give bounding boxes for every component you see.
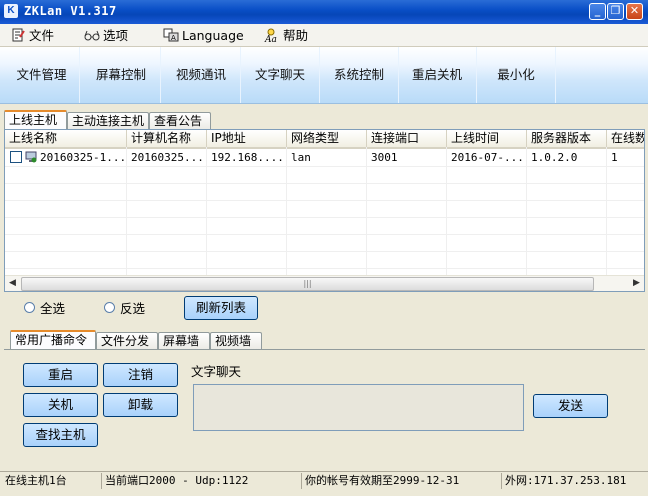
list-header: 上线名称 计算机名称 IP地址 网络类型 连接端口 上线时间 服务器版本 在线数 xyxy=(5,130,644,149)
col-ip[interactable]: IP地址 xyxy=(207,130,287,147)
cell-port: 3001 xyxy=(371,151,398,164)
col-network-type[interactable]: 网络类型 xyxy=(287,130,367,147)
help-icon: Aa xyxy=(264,28,277,42)
svg-text:A: A xyxy=(171,34,176,42)
find-host-button[interactable]: 查找主机 xyxy=(23,423,98,447)
text-chat-button[interactable]: 文字聊天 xyxy=(241,47,320,103)
col-port[interactable]: 连接端口 xyxy=(367,130,447,147)
screen-control-button[interactable]: 屏幕控制 xyxy=(82,47,161,103)
chat-message-input[interactable] xyxy=(193,384,524,431)
menu-bar: 文件 选项 A Language Aa 帮助 xyxy=(0,24,648,47)
file-icon xyxy=(12,28,25,42)
col-online-name[interactable]: 上线名称 xyxy=(5,130,127,147)
cell-ip: 192.168.... xyxy=(211,151,284,164)
tab-announcements[interactable]: 查看公告 xyxy=(149,112,211,129)
system-control-button[interactable]: 系统控制 xyxy=(320,47,399,103)
tab-online-hosts[interactable]: 上线主机 xyxy=(4,110,67,129)
table-row[interactable]: 20160325-1... 20160325... 192.168.... la… xyxy=(5,149,644,166)
status-bar: 在线主机1台 当前端口2000 - Udp:1122 你的帐号有效期至2999-… xyxy=(0,471,648,491)
close-button[interactable]: ✕ xyxy=(626,3,643,20)
title-bar: K ZKLan V1.317 _ ❐ ✕ xyxy=(0,0,648,25)
cell-online-count: 1 xyxy=(611,151,618,164)
col-online-count[interactable]: 在线数 xyxy=(607,130,644,147)
status-port: 当前端口2000 - Udp:1122 xyxy=(102,473,302,489)
shutdown-button[interactable]: 关机 xyxy=(23,393,98,417)
host-list: 上线名称 计算机名称 IP地址 网络类型 连接端口 上线时间 服务器版本 在线数… xyxy=(4,129,645,292)
video-chat-button[interactable]: 视频通讯 xyxy=(162,47,241,103)
refresh-list-button[interactable]: 刷新列表 xyxy=(184,296,258,320)
col-computer-name[interactable]: 计算机名称 xyxy=(127,130,207,147)
menu-help[interactable]: Aa 帮助 xyxy=(264,27,308,44)
horizontal-scrollbar[interactable]: ◀ ||| ▶ xyxy=(5,275,644,291)
status-online-count: 在线主机1台 xyxy=(2,473,102,489)
scroll-right-icon[interactable]: ▶ xyxy=(629,276,644,291)
col-online-time[interactable]: 上线时间 xyxy=(447,130,527,147)
tab-video-wall[interactable]: 视频墙 xyxy=(210,332,262,349)
language-icon: A xyxy=(163,28,179,42)
glasses-icon xyxy=(84,30,100,41)
command-tabs: 常用广播命令 文件分发 屏幕墙 视频墙 xyxy=(10,330,645,350)
minimize-button[interactable]: _ xyxy=(589,3,606,20)
select-all-radio[interactable]: 全选 xyxy=(24,298,65,317)
status-external-ip: 外网:171.37.253.181 xyxy=(505,474,627,487)
computer-icon xyxy=(25,151,37,163)
scroll-left-icon[interactable]: ◀ xyxy=(5,276,20,291)
scroll-thumb[interactable]: ||| xyxy=(21,277,594,291)
tab-screen-wall[interactable]: 屏幕墙 xyxy=(158,332,210,349)
logout-button[interactable]: 注销 xyxy=(103,363,178,387)
main-toolbar: 文件管理 屏幕控制 视频通讯 文字聊天 系统控制 重启关机 最小化 xyxy=(0,47,648,104)
invert-select-radio[interactable]: 反选 xyxy=(104,298,145,317)
cell-network-type: lan xyxy=(291,151,311,164)
svg-text:Aa: Aa xyxy=(264,35,277,42)
cell-computer-name: 20160325... xyxy=(131,151,204,164)
cell-online-time: 2016-07-... xyxy=(451,151,524,164)
col-server-version[interactable]: 服务器版本 xyxy=(527,130,607,147)
cell-online-name: 20160325-1... xyxy=(40,151,127,164)
status-expiry: 你的帐号有效期至2999-12-31 xyxy=(302,473,502,489)
file-manager-button[interactable]: 文件管理 xyxy=(4,47,80,103)
send-button[interactable]: 发送 xyxy=(533,394,608,418)
host-tabs: 上线主机 主动连接主机 查看公告 xyxy=(4,110,645,130)
menu-file[interactable]: 文件 xyxy=(10,27,54,44)
tab-broadcast-commands[interactable]: 常用广播命令 xyxy=(10,330,96,349)
row-checkbox[interactable] xyxy=(10,151,22,163)
menu-language[interactable]: A Language xyxy=(163,27,244,44)
tab-active-connect[interactable]: 主动连接主机 xyxy=(67,112,149,129)
restart-button[interactable]: 重启 xyxy=(23,363,98,387)
text-chat-label: 文字聊天 xyxy=(191,364,242,379)
tab-file-distribution[interactable]: 文件分发 xyxy=(96,332,158,349)
maximize-button[interactable]: ❐ xyxy=(607,3,624,20)
restart-shutdown-button[interactable]: 重启关机 xyxy=(398,47,477,103)
uninstall-button[interactable]: 卸载 xyxy=(103,393,178,417)
menu-options[interactable]: 选项 xyxy=(84,27,128,44)
cell-server-version: 1.0.2.0 xyxy=(531,151,578,164)
minimize-to-tray-button[interactable]: 最小化 xyxy=(477,47,556,103)
window-title: ZKLan V1.317 xyxy=(24,4,117,18)
app-logo-icon: K xyxy=(4,4,18,18)
radio-icon xyxy=(24,302,35,313)
radio-icon xyxy=(104,302,115,313)
